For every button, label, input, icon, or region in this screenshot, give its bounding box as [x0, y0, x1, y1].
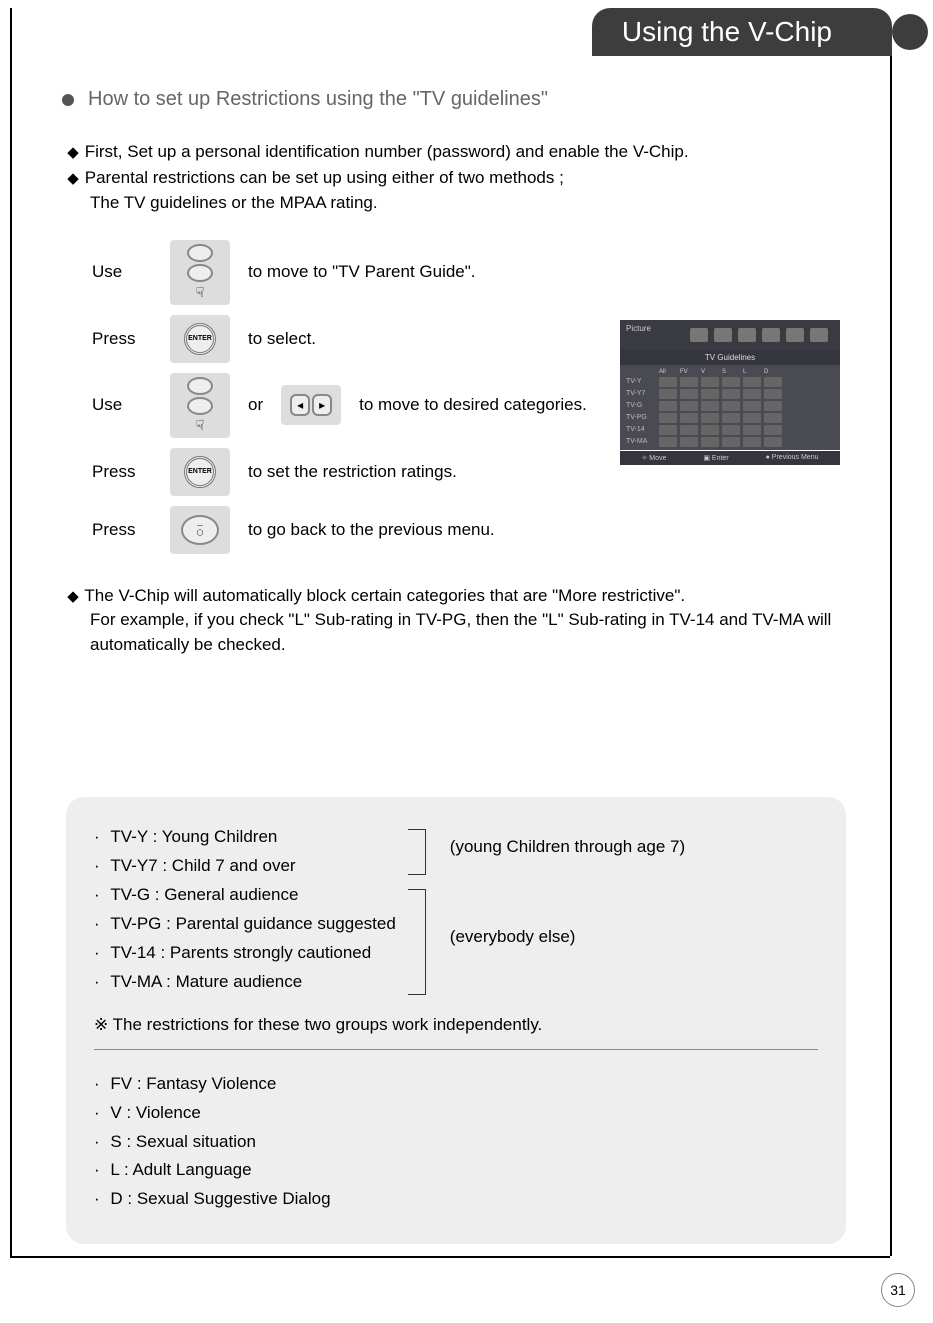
legend-item: TV-MA : Mature audience	[94, 968, 396, 997]
legend-group-2: (everybody else)	[450, 927, 685, 947]
legend-item: V : Violence	[94, 1099, 818, 1128]
intro-line-3: The TV guidelines or the MPAA rating.	[90, 193, 378, 212]
legend-item: FV : Fantasy Violence	[94, 1070, 818, 1099]
header-tab: Using the V-Chip	[592, 8, 892, 56]
step-verb: Press	[92, 520, 152, 540]
step-text: to set the restriction ratings.	[248, 462, 457, 482]
enter-button-icon: ENTER	[170, 448, 230, 496]
step-text: to go back to the previous menu.	[248, 520, 495, 540]
step-text: to move to desired categories.	[359, 395, 587, 415]
note-line-1: The V-Chip will automatically block cert…	[84, 586, 685, 605]
menu-button-icon: —◯	[170, 506, 230, 554]
tv-screenshot: Picture TV Guidelines All FV V S L D	[620, 320, 840, 450]
legend-note: ※ The restrictions for these two groups …	[94, 1015, 818, 1035]
legend-group-1: (young Children through age 7)	[450, 837, 685, 857]
bullet-icon	[62, 94, 74, 106]
screenshot-grid: All FV V S L D TV-Y TV-Y7 TV-G TV-PG TV-…	[620, 365, 840, 451]
legend-item: TV-PG : Parental guidance suggested	[94, 910, 396, 939]
bracket-icon	[408, 829, 426, 875]
step-verb: Use	[92, 395, 152, 415]
section-heading-row: How to set up Restrictions using the "TV…	[62, 88, 850, 111]
steps-block: Use ☟ to move to "TV Parent Guide". Pres…	[92, 240, 850, 554]
page-frame: Using the V-Chip How to set up Restricti…	[10, 8, 890, 1258]
screenshot-icon-row	[684, 324, 834, 346]
bracket-icon	[408, 889, 426, 995]
step-verb: Use	[92, 262, 152, 282]
subrating-legend-list: FV : Fantasy Violence V : Violence S : S…	[94, 1070, 818, 1214]
intro-line-2: Parental restrictions can be set up usin…	[85, 168, 564, 187]
step-or: or	[248, 395, 263, 415]
section-heading: How to set up Restrictions using the "TV…	[88, 88, 548, 111]
legend-item: S : Sexual situation	[94, 1128, 818, 1157]
diamond-icon: ◆	[66, 586, 80, 608]
legend-item: L : Adult Language	[94, 1156, 818, 1185]
diamond-icon: ◆	[66, 168, 80, 191]
step-verb: Press	[92, 462, 152, 482]
divider	[94, 1049, 818, 1050]
legend-item: TV-14 : Parents strongly cautioned	[94, 939, 396, 968]
note-line-2: For example, if you check "L" Sub-rating…	[90, 610, 831, 629]
step-text: to move to "TV Parent Guide".	[248, 262, 476, 282]
note-line-3: automatically be checked.	[90, 635, 286, 654]
note-block: ◆ The V-Chip will automatically block ce…	[62, 584, 850, 658]
screenshot-sidebar-label: Picture	[626, 324, 651, 346]
rating-legend-list: TV-Y : Young Children TV-Y7 : Child 7 an…	[94, 823, 396, 996]
legend-item: TV-Y : Young Children	[94, 823, 396, 852]
intro-line-1: First, Set up a personal identification …	[85, 142, 689, 161]
page-title: Using the V-Chip	[622, 16, 832, 47]
legend-panel: TV-Y : Young Children TV-Y7 : Child 7 an…	[66, 797, 846, 1244]
updown-button-icon: ☟	[170, 240, 230, 305]
intro-block: ◆ First, Set up a personal identificatio…	[62, 139, 850, 216]
legend-item: TV-G : General audience	[94, 881, 396, 910]
page-number: 31	[881, 1273, 915, 1307]
updown-button-icon: ☟	[170, 373, 230, 438]
enter-button-icon: ENTER	[170, 315, 230, 363]
legend-item: TV-Y7 : Child 7 and over	[94, 852, 396, 881]
leftright-button-icon: ◂▸	[281, 385, 341, 425]
legend-item: D : Sexual Suggestive Dialog	[94, 1185, 818, 1214]
screenshot-heading: TV Guidelines	[620, 350, 840, 365]
step-row: Use ☟ to move to "TV Parent Guide".	[92, 240, 850, 305]
step-row: Press —◯ to go back to the previous menu…	[92, 506, 850, 554]
step-text: to select.	[248, 329, 316, 349]
step-verb: Press	[92, 329, 152, 349]
header-circle-icon	[892, 14, 928, 50]
diamond-icon: ◆	[66, 142, 80, 165]
